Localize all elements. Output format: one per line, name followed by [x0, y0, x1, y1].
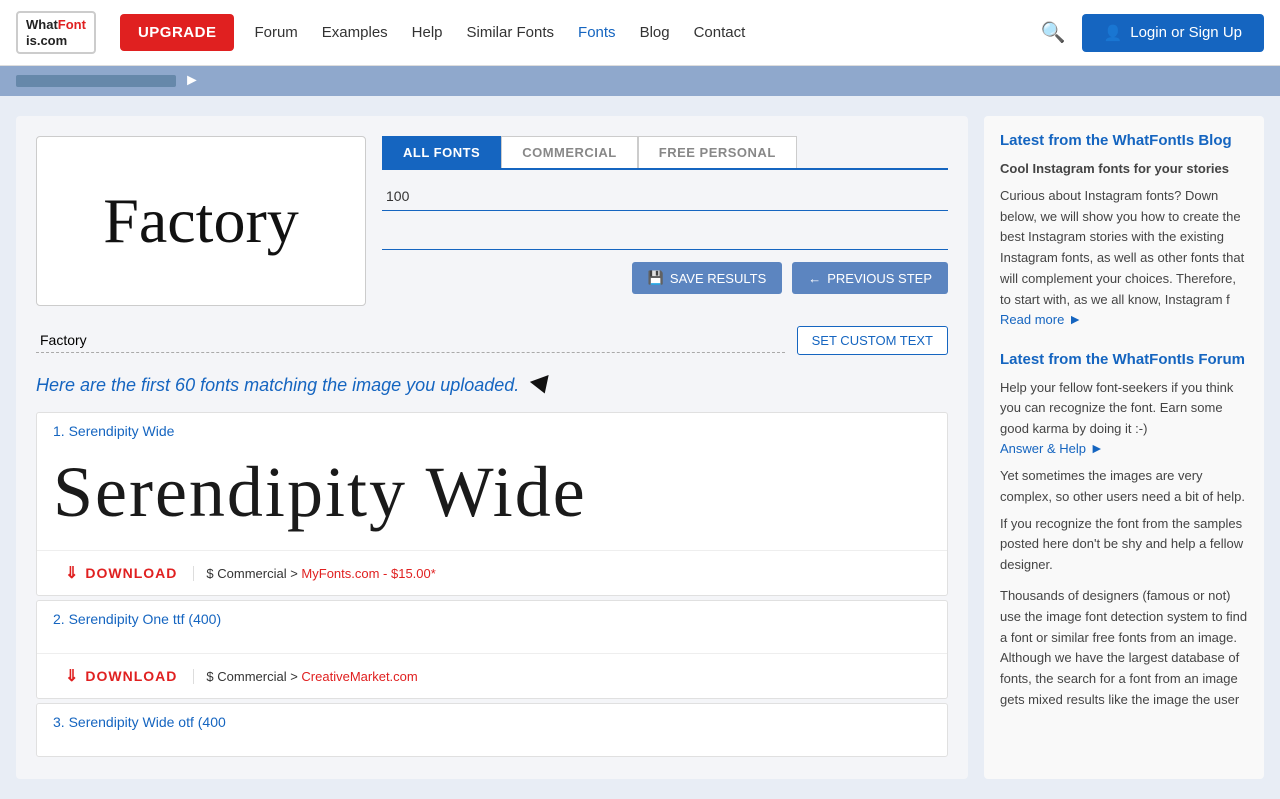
- sidebar-forum-text4: Thousands of designers (famous or not) u…: [1000, 586, 1248, 711]
- sidebar-blog-article-title: Cool Instagram fonts for your stories: [1000, 159, 1248, 180]
- previous-step-button[interactable]: ← PREVIOUS STEP: [792, 262, 948, 294]
- search-icon[interactable]: 🔍: [1041, 20, 1066, 45]
- upgrade-button[interactable]: UPGRADE: [120, 14, 235, 51]
- nav-blog[interactable]: Blog: [640, 24, 670, 41]
- font-text-input[interactable]: [382, 221, 948, 250]
- download-button-1[interactable]: ⇓ DOWNLOAD: [53, 559, 189, 587]
- font-item-2-preview: [37, 633, 947, 653]
- font-count-input[interactable]: [382, 182, 948, 211]
- save-results-button[interactable]: 💾 SAVE RESULTS: [632, 262, 783, 294]
- font-item-1-preview: Serendipity Wide: [37, 445, 947, 550]
- nav-links: Forum Examples Help Similar Fonts Fonts …: [254, 24, 1040, 41]
- custom-text-input[interactable]: [36, 328, 785, 353]
- tab-commercial[interactable]: COMMERCIAL: [501, 136, 638, 168]
- download-icon-1: ⇓: [65, 563, 79, 583]
- set-custom-text-button[interactable]: SET CUSTOM TEXT: [797, 326, 948, 355]
- nav-fonts[interactable]: Fonts: [578, 24, 616, 41]
- download-icon-2: ⇓: [65, 666, 79, 686]
- font-image-box: Factory: [36, 136, 366, 306]
- banner-arrow: ►: [184, 72, 200, 90]
- font-item-1-header: 1. Serendipity Wide: [37, 413, 947, 445]
- banner: ►: [0, 66, 1280, 96]
- right-sidebar: Latest from the WhatFontIs Blog Cool Ins…: [984, 116, 1264, 779]
- main-content: Factory ALL FONTS COMMERCIAL FREE PERSON…: [16, 116, 968, 779]
- input-group-1: [382, 182, 948, 211]
- answer-help-arrow-icon: ►: [1090, 440, 1104, 456]
- font-tabs: ALL FONTS COMMERCIAL FREE PERSONAL: [382, 136, 948, 170]
- font-result-3: 3. Serendipity Wide otf (400: [36, 703, 948, 757]
- font-preview-text: Factory: [103, 184, 299, 258]
- logo[interactable]: WhatFont is.com: [16, 11, 96, 54]
- serendipity-wide-preview: Serendipity Wide: [53, 445, 931, 540]
- sidebar-forum-text2: Yet sometimes the images are very comple…: [1000, 466, 1248, 508]
- input-group-2: [382, 221, 948, 250]
- save-icon: 💾: [648, 270, 664, 286]
- read-more-arrow-icon: ►: [1068, 311, 1082, 327]
- sidebar-answer-help-link[interactable]: Answer & Help: [1000, 441, 1086, 456]
- banner-bar: [16, 75, 176, 87]
- font-item-1-actions: ⇓ DOWNLOAD $ Commercial > MyFonts.com - …: [37, 550, 947, 595]
- font-item-3-preview: [37, 736, 947, 756]
- sidebar-read-more-link[interactable]: Read more: [1000, 312, 1064, 327]
- user-icon: 👤: [1104, 24, 1123, 42]
- sidebar-forum-section: Latest from the WhatFontIs Forum Help yo…: [1000, 351, 1248, 711]
- download-button-2[interactable]: ⇓ DOWNLOAD: [53, 662, 189, 690]
- price-info-1: $ Commercial > MyFonts.com - $15.00*: [193, 566, 435, 581]
- sidebar-blog-section: Latest from the WhatFontIs Blog Cool Ins…: [1000, 132, 1248, 327]
- font-item-2-actions: ⇓ DOWNLOAD $ Commercial > CreativeMarket…: [37, 653, 947, 698]
- prev-icon: ←: [808, 271, 821, 286]
- font-item-3-header: 3. Serendipity Wide otf (400: [37, 704, 947, 736]
- tab-all-fonts[interactable]: ALL FONTS: [382, 136, 501, 168]
- custom-text-row: SET CUSTOM TEXT: [36, 326, 948, 355]
- price-link-2[interactable]: CreativeMarket.com: [301, 669, 417, 684]
- navbar: WhatFont is.com UPGRADE Forum Examples H…: [0, 0, 1280, 66]
- sidebar-blog-text: Curious about Instagram fonts? Down belo…: [1000, 186, 1248, 311]
- sidebar-forum-text3: If you recognize the font from the sampl…: [1000, 514, 1248, 576]
- sidebar-forum-text1: Help your fellow font-seekers if you thi…: [1000, 378, 1248, 440]
- font-item-2-name[interactable]: 2. Serendipity One ttf (400): [53, 611, 221, 627]
- font-result-1: 1. Serendipity Wide Serendipity Wide ⇓ D…: [36, 412, 948, 596]
- nav-contact[interactable]: Contact: [694, 24, 746, 41]
- font-result-2: 2. Serendipity One ttf (400) ⇓ DOWNLOAD …: [36, 600, 948, 699]
- font-item-1-name[interactable]: 1. Serendipity Wide: [53, 423, 174, 439]
- nav-examples[interactable]: Examples: [322, 24, 388, 41]
- cursor-icon: [530, 375, 554, 397]
- font-item-3-name[interactable]: 3. Serendipity Wide otf (400: [53, 714, 226, 730]
- font-item-2-header: 2. Serendipity One ttf (400): [37, 601, 947, 633]
- price-info-2: $ Commercial > CreativeMarket.com: [193, 669, 417, 684]
- nav-help[interactable]: Help: [412, 24, 443, 41]
- nav-similar-fonts[interactable]: Similar Fonts: [467, 24, 555, 41]
- font-controls: ALL FONTS COMMERCIAL FREE PERSONAL 💾 SAV…: [382, 136, 948, 306]
- price-link-1[interactable]: MyFonts.com - $15.00*: [301, 566, 435, 581]
- tab-free-personal[interactable]: FREE PERSONAL: [638, 136, 797, 168]
- nav-forum[interactable]: Forum: [254, 24, 297, 41]
- login-button[interactable]: 👤 Login or Sign Up: [1082, 14, 1264, 52]
- results-header: Here are the first 60 fonts matching the…: [36, 375, 948, 396]
- font-preview-area: Factory ALL FONTS COMMERCIAL FREE PERSON…: [36, 136, 948, 306]
- sidebar-forum-title: Latest from the WhatFontIs Forum: [1000, 351, 1248, 368]
- action-buttons: 💾 SAVE RESULTS ← PREVIOUS STEP: [382, 262, 948, 294]
- sidebar-blog-title: Latest from the WhatFontIs Blog: [1000, 132, 1248, 149]
